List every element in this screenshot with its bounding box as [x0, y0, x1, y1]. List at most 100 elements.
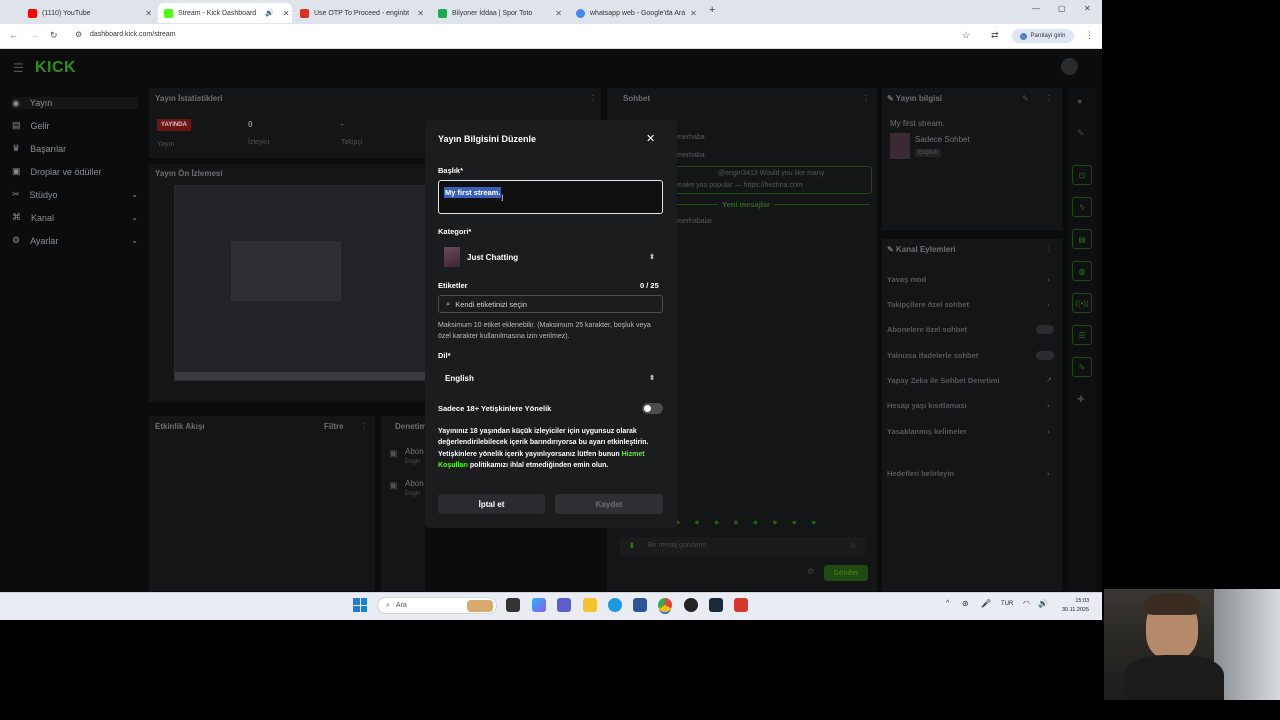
taskbar-search[interactable]: ⌕ Ara: [377, 597, 497, 614]
browser-tab-bilyoner[interactable]: Bilyoner İddaa | Spor Toto ✕: [432, 3, 568, 23]
activity-filter-button[interactable]: Filtre: [324, 422, 344, 431]
steam-icon[interactable]: [709, 598, 723, 612]
browser-tab-kick[interactable]: Stream - Kick Dashboard 🔊 ✕: [158, 3, 292, 23]
rail-document-icon[interactable]: ▤: [1072, 229, 1092, 249]
forward-icon[interactable]: →: [30, 30, 39, 40]
cancel-button[interactable]: İptal et: [438, 494, 545, 514]
url-field[interactable]: dashboard.kick.com/stream: [90, 31, 176, 38]
sidebar-item-basarilar[interactable]: ♛ Başarılar: [12, 143, 138, 154]
edit-icon[interactable]: ✎: [1022, 94, 1029, 103]
chevron-up-icon[interactable]: ^: [946, 600, 949, 607]
sidebar-item-yayin[interactable]: ◉ Yayın: [12, 97, 138, 109]
emote-bar[interactable]: ●●●●●●●●: [675, 517, 831, 527]
stream-info-panel: [882, 88, 1062, 230]
emotes-only-toggle[interactable]: [1036, 351, 1054, 360]
preview-inner-window: [231, 241, 341, 301]
more-options-icon[interactable]: ⋮: [589, 94, 597, 103]
back-icon[interactable]: ←: [9, 30, 18, 40]
wifi-icon[interactable]: ◠: [1023, 599, 1030, 608]
action-set-goals[interactable]: Hedefleri belirleyin: [887, 469, 954, 478]
browser-tab-youtube[interactable]: (1110) YouTube ✕: [22, 3, 158, 23]
user-badge-icon: ▮: [630, 542, 634, 549]
sidebar-item-studyo[interactable]: ✂ Stüdyo ⌄: [12, 189, 138, 200]
rail-stats-icon[interactable]: ⊡: [1072, 165, 1092, 185]
stream-preview[interactable]: [174, 185, 427, 381]
chevron-down-icon: ⌄: [131, 213, 138, 222]
speaker-icon[interactable]: 🔊: [265, 9, 274, 17]
teams-icon[interactable]: [557, 598, 571, 612]
tab-title: Stream - Kick Dashboard: [178, 9, 257, 17]
close-window-icon[interactable]: ✕: [1084, 4, 1091, 13]
windows-start-icon[interactable]: [353, 598, 367, 612]
gear-icon[interactable]: ⚙: [807, 567, 814, 576]
action-ai-moderation[interactable]: Yapay Zeka ile Sohbet Denetimi: [887, 376, 1000, 385]
close-tab-icon[interactable]: ✕: [145, 9, 152, 18]
adult-content-toggle[interactable]: [642, 403, 663, 414]
rail-wrench-icon[interactable]: ✎: [1072, 357, 1092, 377]
language-select[interactable]: English ⬍: [438, 365, 663, 391]
save-button[interactable]: Kaydet: [555, 494, 663, 514]
more-options-icon[interactable]: ⋮: [1045, 245, 1053, 254]
send-button[interactable]: Gönder: [824, 565, 868, 581]
close-tab-icon[interactable]: ✕: [417, 9, 424, 18]
close-icon[interactable]: ✕: [646, 132, 655, 145]
minimize-icon[interactable]: —: [1032, 4, 1040, 13]
avatar[interactable]: [1061, 58, 1078, 75]
reload-icon[interactable]: ↻: [50, 30, 58, 41]
gift-icon: ▣: [389, 480, 398, 490]
hamburger-menu-icon[interactable]: ☰: [13, 61, 24, 75]
rail-add-icon[interactable]: ✚: [1077, 394, 1085, 405]
browser-menu-icon[interactable]: ⋮: [1085, 30, 1094, 41]
browser-tab-otp[interactable]: Use OTP To Proceed - enginbt ✕: [294, 3, 430, 23]
new-tab-button[interactable]: +: [709, 4, 715, 16]
input-language[interactable]: TUR: [1001, 601, 1013, 607]
category-thumbnail: [890, 133, 910, 159]
obs-icon[interactable]: [684, 598, 698, 612]
sidebar-item-gelir[interactable]: ▤ Gelir: [12, 120, 138, 131]
extensions-icon[interactable]: ⇄: [991, 30, 999, 41]
rail-chat-icon[interactable]: ◍: [1072, 261, 1092, 281]
microphone-icon[interactable]: 🎤: [981, 599, 991, 608]
tags-input[interactable]: ⌕ Kendi etiketinizi seçin: [438, 295, 663, 313]
kick-logo[interactable]: KICK: [35, 59, 76, 77]
action-followers-only[interactable]: Takipçilere özel sohbet: [887, 300, 969, 309]
sidebar-item-kanal[interactable]: ⌘ Kanal ⌄: [12, 212, 138, 223]
bookmark-star-icon[interactable]: ☆: [962, 30, 970, 41]
action-banned-words[interactable]: Yasaklanmış kelimeler: [887, 427, 967, 436]
edge-icon[interactable]: [608, 598, 622, 612]
action-account-age[interactable]: Hesap yaşı kısıtlaması: [887, 401, 967, 410]
category-select[interactable]: Just Chatting ⬍: [438, 244, 663, 270]
more-options-icon[interactable]: ⋮: [1045, 94, 1053, 103]
sidebar-item-ayarlar[interactable]: ⚙ Ayarlar ⌄: [12, 235, 138, 246]
info-icon[interactable]: ●: [1077, 96, 1082, 106]
more-options-icon[interactable]: ⋮: [360, 422, 368, 431]
rail-list-icon[interactable]: ☰: [1072, 325, 1092, 345]
rail-lightning-icon[interactable]: ϟ: [1072, 197, 1092, 217]
site-info-icon[interactable]: ⚙: [75, 30, 82, 39]
password-button[interactable]: Parolayı girin: [1012, 29, 1074, 43]
file-explorer-icon[interactable]: [583, 598, 597, 612]
chrome-icon[interactable]: [658, 598, 672, 612]
sidebar-item-droplar[interactable]: ▣ Droplar ve ödüller: [12, 166, 138, 177]
chat-message: merhaba: [677, 152, 705, 159]
rail-broadcast-icon[interactable]: ((•)): [1072, 293, 1092, 313]
taskbar-clock[interactable]: 15:03 30.11.2025: [1062, 597, 1089, 615]
close-tab-icon[interactable]: ✕: [555, 9, 562, 18]
network-icon[interactable]: ⊛: [962, 599, 969, 608]
emoji-icon[interactable]: ☺: [849, 541, 857, 550]
browser-tab-google[interactable]: whatsapp web - Google'da Ara ✕: [570, 3, 702, 23]
copilot-icon[interactable]: [532, 598, 546, 612]
volume-icon[interactable]: 🔊: [1038, 599, 1048, 608]
close-tab-icon[interactable]: ✕: [283, 9, 290, 18]
title-label: Başlık*: [438, 166, 464, 175]
task-view-icon[interactable]: [506, 598, 520, 612]
action-slow-mode[interactable]: Yavaş mod: [887, 275, 926, 284]
app-icon[interactable]: [734, 598, 748, 612]
more-options-icon[interactable]: ⋮: [862, 94, 870, 103]
maximize-icon[interactable]: ▢: [1058, 4, 1066, 13]
close-tab-icon[interactable]: ✕: [690, 9, 697, 18]
title-input-value[interactable]: My first stream.: [444, 187, 502, 198]
subscribers-only-toggle[interactable]: [1036, 325, 1054, 334]
store-icon[interactable]: [633, 598, 647, 612]
pencil-icon[interactable]: ✎: [1077, 128, 1085, 139]
